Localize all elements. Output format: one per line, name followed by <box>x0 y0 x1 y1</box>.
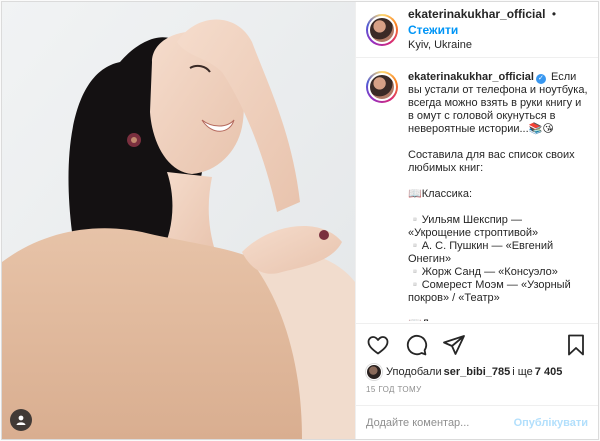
post-timestamp[interactable]: 15 ГОД ТОМУ <box>366 385 422 394</box>
post-actions-bar <box>356 323 598 365</box>
likes-count[interactable]: 7 405 <box>535 366 563 378</box>
comment-icon[interactable] <box>404 333 428 357</box>
bookmark-icon[interactable] <box>564 333 588 357</box>
post-caption: ekaterinakukhar_official ✓ Если вы устали… <box>408 71 588 321</box>
caption-username[interactable]: ekaterinakukhar_official <box>408 71 534 83</box>
instagram-post: ekaterinakukhar_official • Стежити Kyiv,… <box>1 1 599 440</box>
publish-button[interactable]: Опублікувати <box>514 417 588 429</box>
tagged-users-icon[interactable] <box>10 409 32 431</box>
verified-badge-icon: ✓ <box>535 74 546 84</box>
comment-input[interactable] <box>366 416 514 429</box>
heart-icon[interactable] <box>366 333 390 357</box>
likes-prefix: Уподобали <box>386 366 442 378</box>
liker-avatar[interactable] <box>366 364 382 380</box>
post-side-panel: ekaterinakukhar_official • Стежити Kyiv,… <box>355 2 598 439</box>
author-username[interactable]: ekaterinakukhar_official <box>408 7 545 21</box>
author-info: ekaterinakukhar_official • Стежити Kyiv,… <box>408 6 588 53</box>
post-location[interactable]: Kyiv, Ukraine <box>408 38 588 53</box>
comment-bar: Опублікувати <box>356 405 598 439</box>
post-photo[interactable] <box>2 2 355 439</box>
post-header: ekaterinakukhar_official • Стежити Kyiv,… <box>356 2 598 58</box>
likes-summary: Уподобали ser_bibi_785 і ще 7 405 <box>366 362 564 382</box>
author-avatar[interactable] <box>366 13 398 46</box>
separator-dot: • <box>551 7 557 21</box>
liker-username[interactable]: ser_bibi_785 <box>444 366 511 378</box>
caption-text: Если вы устали от телефона и ноутбука, в… <box>408 71 588 321</box>
follow-button[interactable]: Стежити <box>408 23 458 37</box>
caption-author-avatar[interactable] <box>366 71 398 103</box>
caption-scroll-area[interactable]: ekaterinakukhar_official ✓ Если вы устали… <box>356 59 598 321</box>
likes-middle: і ще <box>512 366 533 378</box>
portrait-image <box>2 2 355 439</box>
share-icon[interactable] <box>442 333 466 357</box>
